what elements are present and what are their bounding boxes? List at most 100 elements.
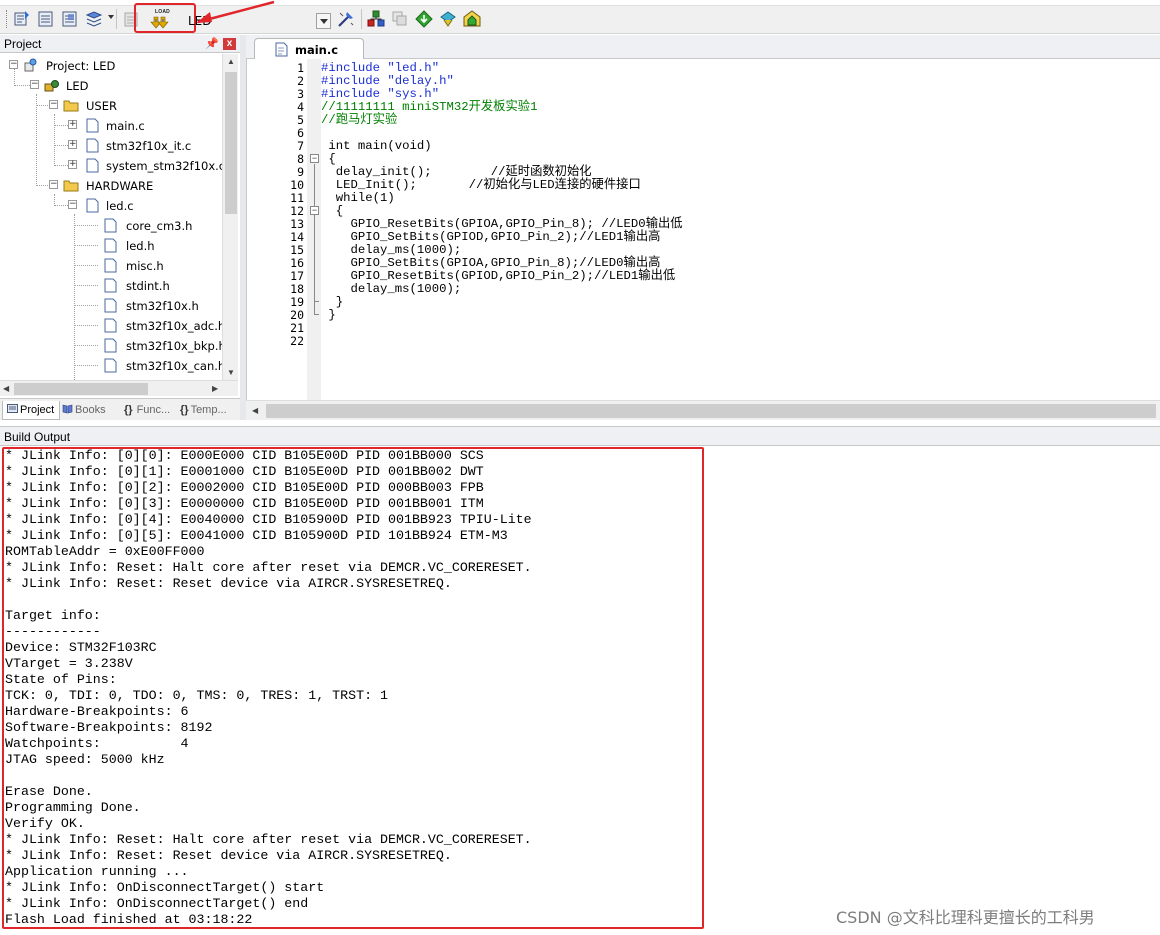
fold-line (314, 164, 315, 314)
scrollbar-thumb[interactable] (266, 404, 1156, 418)
header-file-icon (104, 238, 117, 253)
tree-item-label: system_stm32f10x.c (106, 159, 222, 173)
target-icon (44, 80, 59, 92)
build-output-header: Build Output (0, 426, 1160, 446)
batch-build-icon[interactable] (84, 9, 104, 29)
tree-guide (74, 265, 98, 266)
pin-icon[interactable]: 📌 (205, 37, 219, 50)
scroll-left-icon[interactable]: ◀ (252, 406, 258, 415)
line-number: 6 (297, 126, 304, 140)
code-editor[interactable]: − − 1 2 3 4 5 6 7 8 9 10 11 12 13 14 15 … (246, 59, 1160, 400)
watermark: CSDN @文科比理科更擅长的工科男 (836, 908, 1095, 927)
tree-guide (54, 145, 68, 146)
rte-icon[interactable] (462, 9, 482, 29)
tree-guide (74, 214, 75, 380)
editor-tab-label: main.c (295, 43, 339, 57)
manage-components-icon[interactable] (366, 9, 386, 29)
tab-functions[interactable]: {} Func... (120, 401, 176, 420)
tree-item-label: stm32f10x_bkp.h (126, 339, 222, 353)
functions-icon: {} (124, 404, 133, 416)
scroll-right-icon[interactable]: ▶ (212, 384, 218, 393)
toolbar-grip[interactable] (6, 10, 9, 28)
scroll-up-icon[interactable]: ▲ (227, 57, 235, 66)
toolbar-separator (116, 9, 117, 29)
code-line: //跑马灯实验 (321, 113, 398, 127)
scroll-down-icon[interactable]: ▼ (227, 368, 235, 377)
project-tree-horizontal-scrollbar[interactable]: ◀ ▶ (0, 380, 238, 396)
header-file-icon (104, 358, 117, 373)
tab-label: Project (20, 404, 55, 416)
scroll-left-icon[interactable]: ◀ (3, 384, 9, 393)
code-line: } (321, 308, 336, 322)
build-icon[interactable] (36, 9, 56, 29)
fold-end (314, 314, 319, 315)
collapse-icon[interactable]: − (49, 100, 58, 109)
header-file-icon (104, 318, 117, 333)
tab-books[interactable]: Books (62, 401, 116, 420)
tree-guide (36, 94, 37, 186)
header-file-icon (104, 218, 117, 233)
tree-guide (74, 345, 98, 346)
rebuild-icon[interactable] (60, 9, 80, 29)
folder-icon (63, 180, 79, 192)
project-panel-tabs: Project Books {} Func... {} Temp... (0, 398, 240, 420)
tree-item-label: stm32f10x.h (126, 299, 199, 313)
project-tab-icon (7, 404, 18, 413)
annotation-arrow (196, 0, 275, 24)
tree-guide (54, 165, 68, 166)
books-icon (62, 404, 73, 414)
scrollbar-thumb[interactable] (225, 72, 237, 214)
tab-templates[interactable]: {} Temp... (178, 401, 238, 420)
tab-label: Books (75, 404, 106, 416)
expand-icon[interactable]: + (68, 140, 77, 149)
file-extensions-icon (390, 9, 410, 29)
project-panel-title: Project (4, 37, 42, 51)
close-icon[interactable]: x (223, 38, 236, 50)
templates-icon: {} (180, 404, 189, 416)
collapse-icon[interactable]: − (9, 60, 18, 69)
collapse-icon[interactable]: − (30, 80, 39, 89)
tree-guide (36, 105, 50, 106)
tree-item-label: misc.h (126, 259, 164, 273)
tree-guide (14, 68, 15, 86)
line-number: 4 (297, 100, 304, 114)
header-file-icon (104, 258, 117, 273)
tree-item-label: stdint.h (126, 279, 170, 293)
tree-item-label: LED (66, 79, 89, 93)
pack-installer-icon[interactable] (414, 9, 434, 29)
expand-icon[interactable]: + (68, 160, 77, 169)
tree-guide (54, 205, 68, 206)
project-tree-vertical-scrollbar[interactable]: ▲ ▼ (222, 54, 238, 380)
c-file-icon (275, 42, 288, 57)
tree-guide (74, 325, 98, 326)
tab-main-c[interactable]: main.c (254, 38, 364, 60)
editor-tab-bar: main.c (246, 35, 1160, 60)
header-file-icon (104, 298, 117, 313)
code-line: int main(void) (321, 139, 432, 153)
translate-icon[interactable] (12, 9, 32, 29)
collapse-icon[interactable]: − (49, 180, 58, 189)
output-highlight-box (2, 447, 704, 929)
tree-guide (74, 305, 98, 306)
tree-item-label: stm32f10x_it.c (106, 139, 192, 153)
tree-guide (74, 365, 98, 366)
tree-item-label: stm32f10x_can.h (126, 359, 222, 373)
tab-project[interactable]: Project (2, 401, 60, 420)
options-for-target-icon[interactable] (336, 9, 356, 29)
collapse-icon[interactable]: − (68, 200, 77, 209)
c-file-icon (86, 158, 99, 173)
fold-toggle-icon[interactable]: − (310, 154, 319, 163)
select-software-packs-icon[interactable] (438, 9, 458, 29)
expand-icon[interactable]: + (68, 120, 77, 129)
scrollbar-thumb[interactable] (14, 383, 148, 395)
batch-build-dropdown-icon[interactable] (108, 15, 114, 19)
tree-item-label: led.c (106, 199, 134, 213)
header-file-icon (104, 278, 117, 293)
folder-icon (63, 100, 79, 112)
tree-item-label: stm32f10x_adc.h (126, 319, 222, 333)
tree-guide (54, 114, 55, 166)
editor-horizontal-scrollbar[interactable]: ◀ (246, 400, 1160, 420)
fold-toggle-icon[interactable]: − (310, 206, 319, 215)
target-select-chevron-down-icon[interactable] (316, 13, 331, 29)
tree-guide (74, 225, 98, 226)
